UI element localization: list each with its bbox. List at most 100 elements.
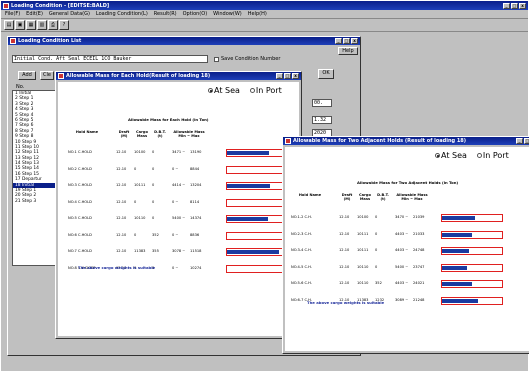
table-cell: 0 ~: [172, 199, 179, 204]
table-cell: 8844: [190, 166, 200, 171]
value-field-1[interactable]: [312, 99, 332, 107]
table-cell: NO.2-3 C.H.: [291, 231, 312, 236]
table-cell: 5400 ~: [395, 264, 409, 269]
clear-button[interactable]: Cle: [40, 71, 54, 80]
menu-option[interactable]: Option(O): [183, 11, 208, 17]
cargo-mass-bar: [442, 249, 469, 253]
menu-loading-condition[interactable]: Loading Condition(L): [96, 11, 148, 17]
table-cell: 12.10: [116, 249, 127, 253]
print-icon[interactable]: ⎙: [48, 20, 58, 30]
table-cell: 12.10: [339, 248, 350, 252]
w1-content: At Sea In Port Allowable Mass for Each H…: [58, 82, 299, 336]
table-cell: 0: [134, 232, 137, 237]
table-cell: 4403 ~: [395, 281, 409, 285]
list-item[interactable]: 21 Step 3: [13, 199, 55, 204]
table-cell: 10111: [134, 183, 146, 187]
menu-window[interactable]: Window(W): [213, 11, 242, 17]
table-cell: 23747: [413, 264, 425, 269]
radio-dot[interactable]: [208, 88, 213, 93]
table-cell: NO.5 C.HOLD: [68, 216, 92, 220]
table-cell: NO.3 C.HOLD: [68, 183, 92, 187]
main-window: Loading Condition - [EDITSE:BALD] _ □ x Fi…: [0, 0, 529, 372]
menu-result[interactable]: Result(R): [154, 11, 177, 17]
menu-general-data[interactable]: General Data(G): [49, 11, 90, 17]
w1-minimize-button[interactable]: _: [276, 73, 283, 79]
table-cell: 0: [375, 231, 378, 236]
ok-button[interactable]: OK: [318, 69, 334, 79]
minimize-button[interactable]: _: [503, 2, 510, 9]
table-cell: 10111: [357, 248, 369, 252]
column-header: Draft (M): [118, 130, 130, 138]
radio-dot[interactable]: [476, 153, 482, 158]
table-cell: 4403 ~: [395, 248, 409, 252]
table-cell: 8836: [190, 232, 200, 237]
save-icon[interactable]: ▣: [15, 20, 25, 30]
w2-title-bar[interactable]: Allowable Mass for Two Adjacent Holds (R…: [283, 137, 529, 145]
close-button[interactable]: x: [519, 2, 526, 9]
radio-label: At Sea: [214, 86, 240, 95]
table-icon[interactable]: ▥: [37, 20, 47, 30]
table-cell: NO.6 C.HOLD: [68, 232, 92, 237]
cargo-mass-bar: [227, 151, 269, 155]
list-title-bar[interactable]: Loading Condition List _ □ x: [8, 37, 360, 45]
menu-edit[interactable]: Edit(E): [26, 11, 43, 17]
w1-maximize-button[interactable]: □: [284, 73, 291, 79]
w1-table-title: Allowable Mass for Each Hold (in Ton): [128, 117, 209, 122]
column-header: Hold Name: [75, 130, 99, 134]
w2-maximize-button[interactable]: □: [524, 138, 529, 144]
w2-radio-at-sea[interactable]: At Sea: [435, 151, 467, 160]
w2-radio-in-port[interactable]: In Port: [476, 151, 509, 160]
table-cell: 12.10: [116, 199, 127, 204]
table-cell: 352: [375, 281, 382, 285]
radio-dot[interactable]: [249, 88, 255, 93]
w1-title-bar[interactable]: Allowable Mass for Each Hold(Result of l…: [56, 72, 301, 80]
table-cell: NO.2 C.HOLD: [68, 166, 92, 171]
table-cell: 10110: [134, 216, 146, 220]
allowable-range-bar: [226, 182, 286, 190]
menu-help[interactable]: Help(H): [248, 11, 267, 17]
menu-file[interactable]: File(F): [5, 11, 20, 17]
main-title-bar[interactable]: Loading Condition - [EDITSE:BALD] _ □ x: [1, 1, 528, 10]
table-cell: 12.10: [339, 264, 350, 269]
grid-icon[interactable]: ▦: [26, 20, 36, 30]
w2-table-title: Allowable Mass for Two Adjacent Holds (i…: [357, 180, 459, 185]
allowable-range-bar: [226, 248, 286, 256]
table-cell: NO.1 C.HOLD: [68, 150, 92, 154]
add-button[interactable]: Add: [18, 71, 36, 80]
column-header: D.B.T. (t): [154, 130, 166, 138]
cargo-mass-bar: [442, 265, 468, 270]
help-icon[interactable]: ?: [59, 20, 69, 30]
maximize-button[interactable]: □: [511, 2, 518, 9]
radio-dot[interactable]: [435, 153, 440, 158]
allowable-range-bar: [441, 280, 503, 288]
table-cell: NO.4 C.HOLD: [68, 199, 92, 204]
table-cell: 0: [375, 215, 378, 219]
w1-close-button[interactable]: x: [292, 73, 299, 79]
value-field-2[interactable]: [312, 116, 332, 124]
column-header: Hold Name: [298, 193, 322, 197]
w2-content: At Sea In Port Allowable Mass for Two Ad…: [285, 147, 529, 351]
cargo-mass-bar: [227, 250, 280, 254]
w1-radio-in-port[interactable]: In Port: [249, 86, 282, 95]
w2-minimize-button[interactable]: _: [516, 138, 523, 144]
open-icon[interactable]: ▤: [4, 20, 14, 30]
table-cell: 0: [152, 183, 155, 187]
list-minimize-button[interactable]: _: [335, 38, 342, 44]
checkbox-box[interactable]: [214, 56, 219, 62]
list-maximize-button[interactable]: □: [343, 38, 350, 44]
save-condition-checkbox[interactable]: Save Condition Number: [214, 56, 280, 62]
condition-name-input[interactable]: [12, 55, 208, 63]
condition-list[interactable]: 1 Initial 2 Step 13 Step 24 Step 35 Step …: [12, 90, 56, 266]
table-cell: 10111: [357, 231, 369, 236]
table-cell: 12.10: [116, 150, 127, 154]
w1-icon: [58, 73, 64, 79]
table-cell: 3089 ~: [395, 297, 409, 302]
table-cell: 11518: [190, 249, 202, 253]
table-cell: 0: [375, 264, 378, 269]
w1-radio-at-sea[interactable]: At Sea: [208, 86, 240, 95]
help-button[interactable]: Help: [338, 47, 358, 55]
list-close-button[interactable]: x: [351, 38, 358, 44]
allowable-range-bar: [226, 165, 286, 174]
table-cell: 4414 ~: [172, 183, 186, 187]
table-cell: 10100: [134, 150, 146, 154]
